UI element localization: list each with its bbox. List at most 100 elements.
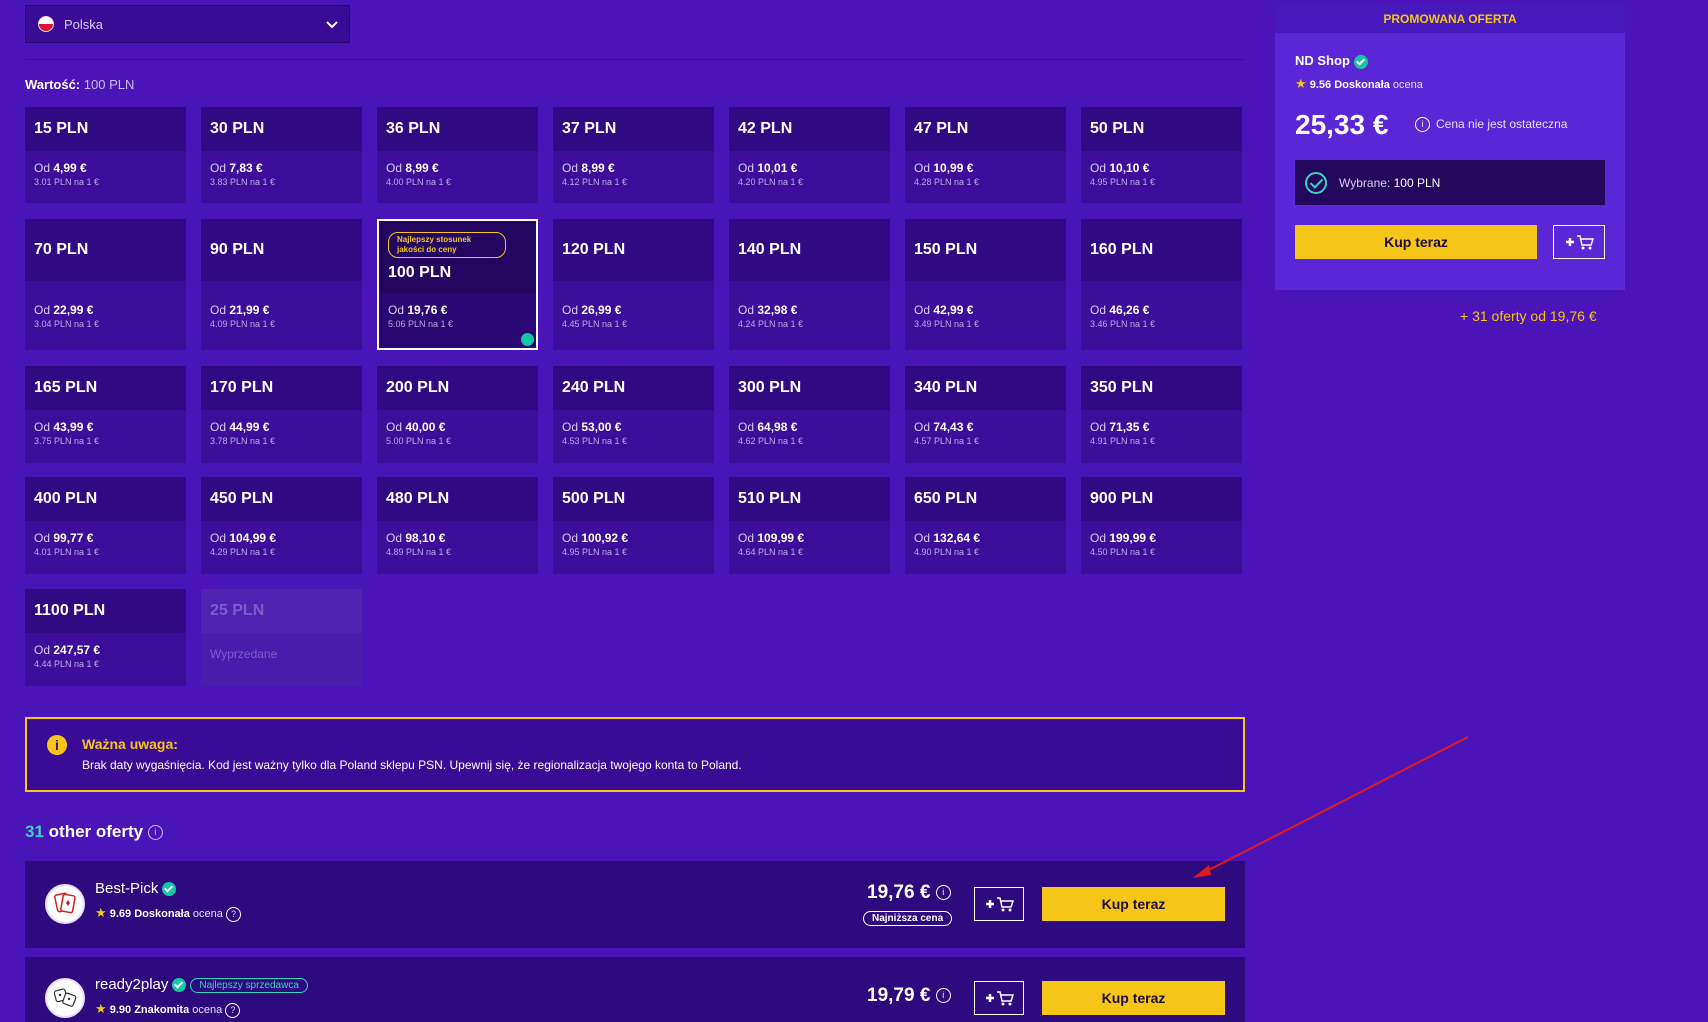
denomination-tile[interactable]: 300 PLN Od 64,98 € 4.62 PLN na 1 € xyxy=(729,366,890,463)
price-value: 100,92 € xyxy=(581,531,629,545)
denomination-tile[interactable]: 42 PLN Od 10,01 € 4.20 PLN na 1 € xyxy=(729,107,890,203)
exchange-rate: 4.44 PLN na 1 € xyxy=(34,659,100,669)
od-label: Od xyxy=(914,420,931,434)
promo-add-to-cart-button[interactable] xyxy=(1553,225,1605,259)
denomination-tile[interactable]: 120 PLN Od 26,99 € 4.45 PLN na 1 € xyxy=(553,219,714,350)
denomination-tile[interactable]: 900 PLN Od 199,99 € 4.50 PLN na 1 € xyxy=(1081,477,1242,574)
info-icon[interactable]: i xyxy=(147,825,163,841)
exchange-rate: 4.01 PLN na 1 € xyxy=(34,547,100,557)
rating-ocena: ocena xyxy=(192,908,223,920)
verified-icon xyxy=(1353,54,1368,69)
promo-selected-value: Wybrane: 100 PLN xyxy=(1295,160,1605,205)
price-value: 99,77 € xyxy=(53,531,94,545)
denomination-name: 140 PLN xyxy=(738,241,802,258)
exchange-rate: 4.12 PLN na 1 € xyxy=(562,177,628,187)
exchange-rate: 5.00 PLN na 1 € xyxy=(386,436,452,446)
denomination-tile[interactable]: 160 PLN Od 46,26 € 3.46 PLN na 1 € xyxy=(1081,219,1242,350)
denomination-tile[interactable]: 450 PLN Od 104,99 € 4.29 PLN na 1 € xyxy=(201,477,362,574)
seller-name[interactable]: ready2play Najlepszy sprzedawca xyxy=(95,976,308,993)
denomination-price: Od 32,98 € xyxy=(738,303,881,317)
od-label: Od xyxy=(562,531,579,545)
star-icon: ★ xyxy=(95,1001,107,1016)
denomination-tile[interactable]: 165 PLN Od 43,99 € 3.75 PLN na 1 € xyxy=(25,366,186,463)
buy-now-button[interactable]: Kup teraz xyxy=(1042,981,1225,1015)
denomination-price: Od 98,10 € xyxy=(386,531,529,545)
denomination-tile[interactable]: 15 PLN Od 4,99 € 3.01 PLN na 1 € xyxy=(25,107,186,203)
denomination-tile[interactable]: Najlepszy stosunek jakości do ceny 100 PL… xyxy=(377,219,538,350)
denomination-price: Od 42,99 € xyxy=(914,303,1057,317)
buy-now-button[interactable]: Kup teraz xyxy=(1042,887,1225,921)
offers-count: 31 xyxy=(25,822,44,841)
info-icon[interactable]: i xyxy=(935,885,951,901)
denomination-price: Od 40,00 € xyxy=(386,420,529,434)
denomination-tile[interactable]: 140 PLN Od 32,98 € 4.24 PLN na 1 € xyxy=(729,219,890,350)
add-to-cart-button[interactable] xyxy=(974,981,1024,1015)
denomination-price: Od 44,99 € xyxy=(210,420,353,434)
denomination-tile[interactable]: 350 PLN Od 71,35 € 4.91 PLN na 1 € xyxy=(1081,366,1242,463)
price-value: 71,35 € xyxy=(1109,420,1150,434)
promo-buy-now-button[interactable]: Kup teraz xyxy=(1295,225,1537,259)
exchange-rate: 4.95 PLN na 1 € xyxy=(562,547,628,557)
exchange-rate: 4.91 PLN na 1 € xyxy=(1090,436,1156,446)
denomination-tile[interactable]: 650 PLN Od 132,64 € 4.90 PLN na 1 € xyxy=(905,477,1066,574)
exchange-rate: 3.04 PLN na 1 € xyxy=(34,319,100,329)
denomination-tile[interactable]: 200 PLN Od 40,00 € 5.00 PLN na 1 € xyxy=(377,366,538,463)
denomination-price: Od 53,00 € xyxy=(562,420,705,434)
denomination-tile[interactable]: 50 PLN Od 10,10 € 4.95 PLN na 1 € xyxy=(1081,107,1242,203)
denomination-tile[interactable]: 340 PLN Od 74,43 € 4.57 PLN na 1 € xyxy=(905,366,1066,463)
help-icon[interactable]: ? xyxy=(225,906,241,922)
denomination-tile[interactable]: 480 PLN Od 98,10 € 4.89 PLN na 1 € xyxy=(377,477,538,574)
od-label: Od xyxy=(210,531,227,545)
od-label: Od xyxy=(738,531,755,545)
sold-out-label: Wyprzedane xyxy=(210,647,278,661)
denomination-tile[interactable]: 400 PLN Od 99,77 € 4.01 PLN na 1 € xyxy=(25,477,186,574)
denomination-name: 47 PLN xyxy=(914,120,969,137)
selected-text: Wybrane: 100 PLN xyxy=(1339,176,1440,190)
value-label-title: Wartość: xyxy=(25,77,81,92)
check-circle-icon xyxy=(1305,171,1327,194)
denomination-name: 100 PLN xyxy=(388,264,452,281)
denomination-tile[interactable]: 510 PLN Od 109,99 € 4.64 PLN na 1 € xyxy=(729,477,890,574)
exchange-rate: 3.75 PLN na 1 € xyxy=(34,436,100,446)
denomination-tile[interactable]: 30 PLN Od 7,83 € 3.83 PLN na 1 € xyxy=(201,107,362,203)
denomination-tile[interactable]: 37 PLN Od 8,99 € 4.12 PLN na 1 € xyxy=(553,107,714,203)
denomination-tile[interactable]: 70 PLN Od 22,99 € 3.04 PLN na 1 € xyxy=(25,219,186,350)
denomination-tile[interactable]: 240 PLN Od 53,00 € 4.53 PLN na 1 € xyxy=(553,366,714,463)
rating-quality: Doskonała xyxy=(134,908,190,920)
notice-title: Ważna uwaga: xyxy=(82,736,178,752)
denomination-price: Od 64,98 € xyxy=(738,420,881,434)
seller-name[interactable]: Best-Pick xyxy=(95,880,177,897)
promo-shop-name[interactable]: ND Shop xyxy=(1295,53,1368,69)
od-label: Od xyxy=(210,161,227,175)
denomination-tile[interactable]: 170 PLN Od 44,99 € 3.78 PLN na 1 € xyxy=(201,366,362,463)
exchange-rate: 3.78 PLN na 1 € xyxy=(210,436,276,446)
denomination-name: 150 PLN xyxy=(914,241,978,258)
add-to-cart-button[interactable] xyxy=(974,887,1024,921)
denomination-price: Od 104,99 € xyxy=(210,531,353,545)
rating-quality: Znakomita xyxy=(134,1004,190,1016)
offers-heading: 31 other oferty i xyxy=(25,822,163,842)
price-value: 74,43 € xyxy=(933,420,974,434)
info-icon[interactable]: i xyxy=(935,988,951,1004)
denomination-price: Od 4,99 € xyxy=(34,161,177,175)
od-label: Od xyxy=(562,303,579,317)
promo-note-text: Cena nie jest ostateczna xyxy=(1436,117,1568,131)
denomination-tile[interactable]: 1100 PLN Od 247,57 € 4.44 PLN na 1 € xyxy=(25,589,186,686)
best-value-badge: Najlepszy stosunek jakości do ceny xyxy=(388,232,506,258)
denomination-name: 650 PLN xyxy=(914,490,978,507)
denomination-tile[interactable]: 150 PLN Od 42,99 € 3.49 PLN na 1 € xyxy=(905,219,1066,350)
help-icon[interactable]: ? xyxy=(225,1002,241,1018)
denomination-name: 350 PLN xyxy=(1090,379,1154,396)
denomination-tile[interactable]: 47 PLN Od 10,99 € 4.28 PLN na 1 € xyxy=(905,107,1066,203)
denomination-tile[interactable]: 36 PLN Od 8,99 € 4.00 PLN na 1 € xyxy=(377,107,538,203)
seller-name-text: ready2play xyxy=(95,976,169,993)
more-offers-link[interactable]: + 31 oferty od 19,76 € xyxy=(1460,308,1597,324)
country-select[interactable]: Polska xyxy=(25,5,350,43)
od-label: Od xyxy=(914,303,931,317)
info-icon[interactable]: i xyxy=(1415,117,1430,133)
exchange-rate: 4.95 PLN na 1 € xyxy=(1090,177,1156,187)
denomination-tile[interactable]: 500 PLN Od 100,92 € 4.95 PLN na 1 € xyxy=(553,477,714,574)
price-value: 43,99 € xyxy=(53,420,94,434)
denomination-tile[interactable]: 90 PLN Od 21,99 € 4.09 PLN na 1 € xyxy=(201,219,362,350)
price-value: 98,10 € xyxy=(405,531,446,545)
